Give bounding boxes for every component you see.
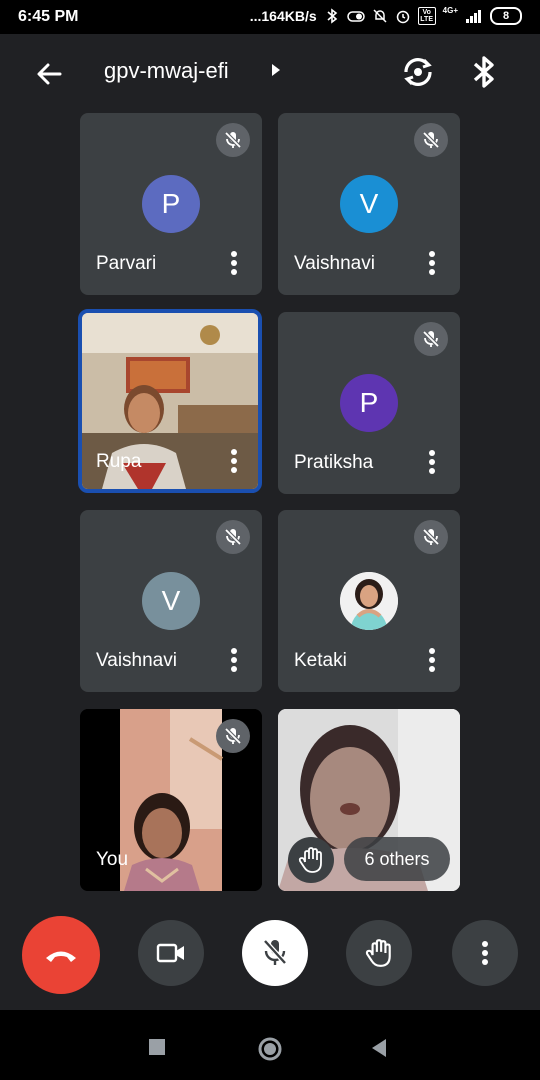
raise-hand-icon bbox=[365, 939, 391, 967]
bluetooth-status-icon bbox=[327, 8, 337, 24]
others-count-button[interactable]: 6 others bbox=[344, 837, 450, 881]
battery-icon: 8 bbox=[490, 7, 522, 25]
mic-off-icon bbox=[263, 939, 287, 965]
system-nav-bar bbox=[0, 1010, 540, 1080]
toggle-status-icon bbox=[346, 11, 365, 22]
signal-icon bbox=[466, 10, 481, 23]
participant-name: Ketaki bbox=[294, 650, 347, 671]
mic-toggle-button[interactable] bbox=[242, 920, 308, 986]
more-options-button[interactable] bbox=[452, 920, 518, 986]
participant-name: Rupa bbox=[96, 451, 142, 472]
more-vert-icon[interactable] bbox=[228, 447, 240, 475]
self-view-tile[interactable]: You bbox=[80, 709, 262, 891]
others-tile[interactable]: 6 others bbox=[278, 709, 460, 891]
participant-tile-active[interactable]: Rupa bbox=[78, 309, 262, 493]
avatar: P bbox=[340, 374, 398, 432]
participant-tile[interactable]: Ketaki bbox=[278, 510, 460, 692]
more-vert-icon[interactable] bbox=[426, 249, 438, 277]
mute-bell-icon bbox=[373, 9, 387, 23]
chevron-right-icon[interactable] bbox=[268, 60, 284, 80]
participant-tile[interactable]: V Vaishnavi bbox=[278, 113, 460, 295]
more-vert-icon[interactable] bbox=[426, 448, 438, 476]
participant-name: You bbox=[96, 849, 129, 870]
meeting-header: gpv-mwaj-efi bbox=[0, 34, 540, 110]
end-call-button[interactable] bbox=[22, 916, 100, 994]
mic-off-icon bbox=[414, 322, 448, 356]
mic-off-icon bbox=[414, 123, 448, 157]
hand-raised-indicator bbox=[288, 837, 334, 883]
participant-name: Vaishnavi bbox=[294, 253, 375, 274]
camera-toggle-button[interactable] bbox=[138, 920, 204, 986]
avatar: V bbox=[340, 175, 398, 233]
alarm-icon bbox=[396, 10, 409, 24]
profile-photo-avatar bbox=[340, 572, 398, 630]
raise-hand-button[interactable] bbox=[346, 920, 412, 986]
volte-badge: Vo LTE bbox=[417, 7, 436, 25]
status-bar: 6:45 PM ...164KB/s Vo LTE 4G+ 8 bbox=[0, 0, 540, 34]
participant-name: Parvari bbox=[96, 253, 157, 274]
participant-name: Vaishnavi bbox=[96, 650, 177, 671]
camera-icon bbox=[156, 943, 184, 963]
back-arrow-icon[interactable] bbox=[30, 54, 70, 94]
mic-off-icon bbox=[216, 123, 250, 157]
participant-tile[interactable]: V Vaishnavi bbox=[80, 510, 262, 692]
mic-off-icon bbox=[216, 520, 250, 554]
more-vert-icon bbox=[482, 941, 488, 965]
participant-tile[interactable]: P Pratiksha bbox=[278, 312, 460, 494]
more-vert-icon[interactable] bbox=[228, 249, 240, 277]
raised-hand-icon bbox=[298, 847, 322, 873]
participant-name: Pratiksha bbox=[294, 452, 374, 473]
end-call-icon bbox=[46, 951, 76, 962]
status-icons: ...164KB/s Vo LTE 4G+ 8 bbox=[249, 5, 522, 25]
network-speed: ...164KB/s bbox=[249, 8, 317, 24]
bluetooth-icon[interactable] bbox=[466, 52, 502, 92]
mic-off-icon bbox=[216, 719, 250, 753]
mic-off-icon bbox=[414, 520, 448, 554]
avatar: V bbox=[142, 572, 200, 630]
more-vert-icon[interactable] bbox=[228, 646, 240, 674]
recents-icon[interactable] bbox=[148, 1038, 166, 1056]
back-icon[interactable] bbox=[370, 1038, 388, 1058]
network-type: 4G+ bbox=[442, 5, 458, 15]
participant-tile[interactable]: P Parvari bbox=[80, 113, 262, 295]
home-icon[interactable] bbox=[257, 1036, 283, 1062]
more-vert-icon[interactable] bbox=[426, 646, 438, 674]
meeting-code[interactable]: gpv-mwaj-efi bbox=[104, 58, 229, 84]
switch-camera-icon[interactable] bbox=[398, 52, 438, 92]
avatar: P bbox=[142, 175, 200, 233]
status-time: 6:45 PM bbox=[18, 8, 79, 25]
